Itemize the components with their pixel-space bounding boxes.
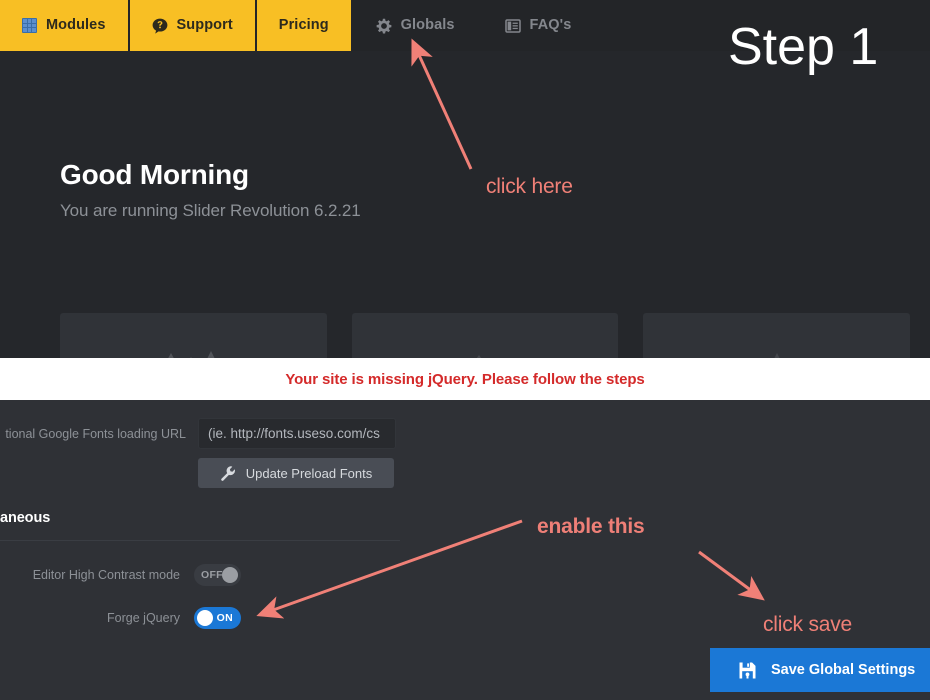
screenshot-root: Modules Support Pricing Globals FAQ's Go… xyxy=(0,0,930,700)
editor-high-contrast-label: Editor High Contrast mode xyxy=(32,568,180,582)
slider-revolution-dashboard-panel: Modules Support Pricing Globals FAQ's Go… xyxy=(0,0,930,358)
greeting-subtitle: You are running Slider Revolution 6.2.21 xyxy=(60,200,361,220)
forge-jquery-toggle[interactable]: ON xyxy=(194,607,241,629)
module-card[interactable] xyxy=(643,313,911,358)
annotation-click-here: click here xyxy=(486,175,573,198)
editor-high-contrast-state: OFF xyxy=(201,569,223,581)
wrench-icon xyxy=(220,465,236,481)
floppy-disk-icon xyxy=(738,661,757,680)
greeting-title: Good Morning xyxy=(60,159,249,190)
module-card[interactable] xyxy=(351,313,619,358)
tab-modules-label: Modules xyxy=(46,17,106,34)
forge-jquery-state: ON xyxy=(216,612,233,624)
jquery-missing-warning-banner: Your site is missing jQuery. Please foll… xyxy=(0,358,930,400)
section-divider xyxy=(0,540,400,541)
placeholder-graphic-icon xyxy=(476,355,482,358)
annotation-click-save: click save xyxy=(763,613,853,636)
google-fonts-url-label: tional Google Fonts loading URL xyxy=(5,426,186,441)
update-preload-fonts-button[interactable]: Update Preload Fonts xyxy=(198,458,394,488)
tab-support-label: Support xyxy=(176,17,233,34)
annotation-enable-this: enable this xyxy=(537,515,645,538)
tab-support[interactable]: Support xyxy=(129,0,257,51)
placeholder-graphic-icon xyxy=(774,353,780,358)
update-preload-fonts-label: Update Preload Fonts xyxy=(245,465,373,481)
tab-globals-label: Globals xyxy=(400,17,455,34)
toggle-knob xyxy=(222,567,238,583)
tab-globals[interactable]: Globals xyxy=(351,0,480,51)
module-preview-cards xyxy=(60,313,911,358)
save-global-settings-button[interactable]: Save Global Settings xyxy=(710,648,930,692)
forge-jquery-row: Forge jQuery ON xyxy=(0,607,258,629)
save-global-settings-label: Save Global Settings xyxy=(771,662,916,678)
module-card[interactable] xyxy=(60,313,327,358)
placeholder-graphic-icon xyxy=(168,351,215,358)
editor-high-contrast-row: Editor High Contrast mode OFF xyxy=(0,564,258,586)
warning-message: Your site is missing jQuery. Please foll… xyxy=(285,370,645,388)
tab-modules[interactable]: Modules xyxy=(0,0,130,51)
gear-icon xyxy=(376,18,392,34)
tab-faqs-label: FAQ's xyxy=(529,17,572,34)
forge-jquery-label: Forge jQuery xyxy=(107,611,180,625)
toggle-knob xyxy=(197,610,213,626)
tab-pricing[interactable]: Pricing xyxy=(256,0,351,51)
greeting-block: Good Morning You are running Slider Revo… xyxy=(60,159,361,221)
grid-icon xyxy=(22,18,37,33)
tab-pricing-label: Pricing xyxy=(278,17,329,34)
editor-high-contrast-toggle[interactable]: OFF xyxy=(194,564,241,586)
google-fonts-url-input[interactable] xyxy=(198,418,396,449)
tab-faqs[interactable]: FAQ's xyxy=(480,0,597,51)
step-1-label: Step 1 xyxy=(728,18,879,76)
book-icon xyxy=(504,18,521,34)
misc-section-heading: aneous xyxy=(0,510,51,526)
help-bubble-icon xyxy=(152,18,168,34)
google-fonts-url-row: tional Google Fonts loading URL xyxy=(0,418,400,449)
